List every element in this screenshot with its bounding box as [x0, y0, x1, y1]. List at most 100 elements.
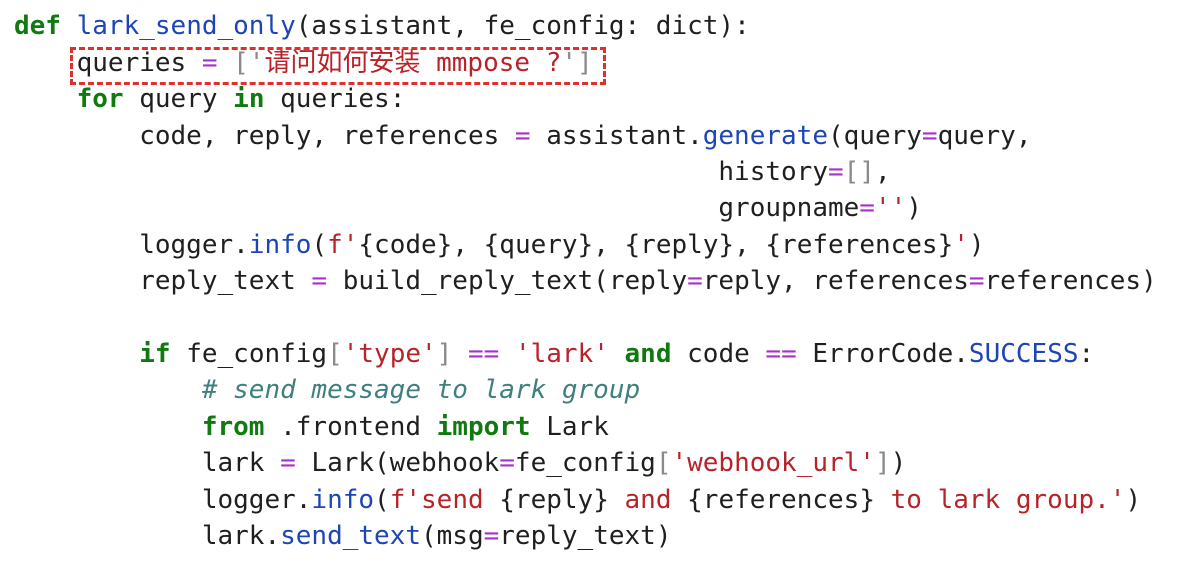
code-line-5: history=[],: [14, 154, 891, 190]
code-line-6: groupname=''): [14, 190, 922, 226]
code-line-4: code, reply, references = assistant.gene…: [14, 118, 1031, 154]
code-token: query: [123, 84, 234, 114]
code-token: =: [280, 448, 296, 478]
code-token: {references}: [687, 485, 875, 515]
code-token: :: [1078, 339, 1095, 369]
code-line-15: lark.send_text(msg=reply_text): [14, 518, 672, 554]
code-line-13: lark = Lark(webhook=fe_config['webhook_u…: [14, 445, 906, 481]
code-token: ': [953, 230, 969, 260]
code-token: {code}, {query}, {reply}, {references}: [358, 230, 954, 260]
code-token: logger.: [14, 230, 249, 260]
code-token: ==: [467, 339, 500, 369]
code-token: []: [843, 157, 875, 187]
code-line-14: logger.info(f'send {reply} and {referenc…: [14, 482, 1141, 518]
code-token: reply_text): [499, 521, 672, 551]
code-token: in: [233, 84, 265, 114]
code-token: 'webhook_url': [671, 448, 875, 478]
code-token: lark: [14, 448, 281, 478]
code-token: .frontend: [264, 412, 437, 442]
code-token: (: [311, 230, 328, 260]
code-token: [: [327, 339, 343, 369]
code-token: groupname: [14, 193, 860, 223]
code-token: to lark group.': [874, 485, 1126, 515]
code-token: lark_send_only: [76, 11, 296, 41]
code-token: fe_config: [170, 339, 328, 369]
code-token: ): [906, 193, 922, 223]
code-token: (assistant, fe_config: dict):: [295, 11, 750, 41]
code-token: def: [14, 11, 61, 41]
code-token: send_text: [280, 521, 421, 551]
code-line-12: from .frontend import Lark: [14, 409, 609, 445]
code-token: queries:: [264, 84, 406, 114]
code-line-10: if fe_config['type'] == 'lark' and code …: [14, 336, 1094, 372]
code-token: query,: [937, 121, 1032, 151]
code-token: ): [968, 230, 985, 260]
code-token: # send message to lark group: [201, 375, 641, 405]
code-token: lark.: [14, 521, 281, 551]
code-token: reply_text: [14, 266, 312, 296]
code-line-7: logger.info(f'{code}, {query}, {reply}, …: [14, 227, 985, 263]
code-token: ]: [436, 339, 453, 369]
code-token: SUCCESS: [968, 339, 1079, 369]
code-token: info: [248, 230, 312, 260]
code-token: code: [671, 339, 766, 369]
code-token: Lark: [530, 412, 609, 442]
code-token: f'send: [389, 485, 500, 515]
code-token: and: [624, 339, 672, 369]
code-token: =: [483, 521, 500, 551]
code-token: [: [655, 448, 672, 478]
code-token: '': [874, 193, 907, 223]
code-token: code, reply, references: [14, 121, 515, 151]
code-line-8: reply_text = build_reply_text(reply=repl…: [14, 263, 1157, 299]
code-token: 'type': [342, 339, 437, 369]
code-token: import: [436, 412, 531, 442]
code-token: logger.: [14, 485, 312, 515]
code-token: generate: [702, 121, 828, 151]
code-token: ErrorCode.: [796, 339, 969, 369]
code-token: info: [311, 485, 375, 515]
code-token: ,: [874, 157, 891, 187]
code-token: =: [859, 193, 875, 223]
code-token: =: [499, 448, 515, 478]
code-line-3: for query in queries:: [14, 81, 406, 117]
code-token: ): [890, 448, 907, 478]
code-editor: def lark_send_only(assistant, fe_config:…: [0, 0, 1200, 566]
code-token: history: [14, 157, 828, 187]
code-token: fe_config: [514, 448, 656, 478]
code-token: =: [921, 121, 938, 151]
code-token: {reply}: [499, 485, 609, 515]
code-token: build_reply_text(reply: [327, 266, 688, 296]
code-token: references): [984, 266, 1157, 296]
code-token: ]: [874, 448, 891, 478]
code-token: from: [201, 412, 265, 442]
code-token: =: [687, 266, 703, 296]
code-token: =: [827, 157, 844, 187]
code-token: =: [514, 121, 531, 151]
code-token: (query: [827, 121, 922, 151]
code-line-11: # send message to lark group: [14, 372, 640, 408]
code-token: =: [311, 266, 328, 296]
code-token: (: [374, 485, 390, 515]
code-token: assistant.: [530, 121, 703, 151]
code-token: Lark(webhook: [295, 448, 500, 478]
highlight-box: [70, 47, 606, 85]
code-token: ==: [765, 339, 797, 369]
code-token: (msg: [421, 521, 484, 551]
code-line-1: def lark_send_only(assistant, fe_config:…: [14, 8, 750, 44]
code-token: 'lark': [514, 339, 609, 369]
code-token: and: [608, 485, 688, 515]
code-token: if: [139, 339, 171, 369]
code-token: reply, references: [702, 266, 969, 296]
code-token: =: [968, 266, 985, 296]
code-token: ): [1125, 485, 1142, 515]
code-token: f': [327, 230, 359, 260]
code-token: for: [76, 84, 124, 114]
